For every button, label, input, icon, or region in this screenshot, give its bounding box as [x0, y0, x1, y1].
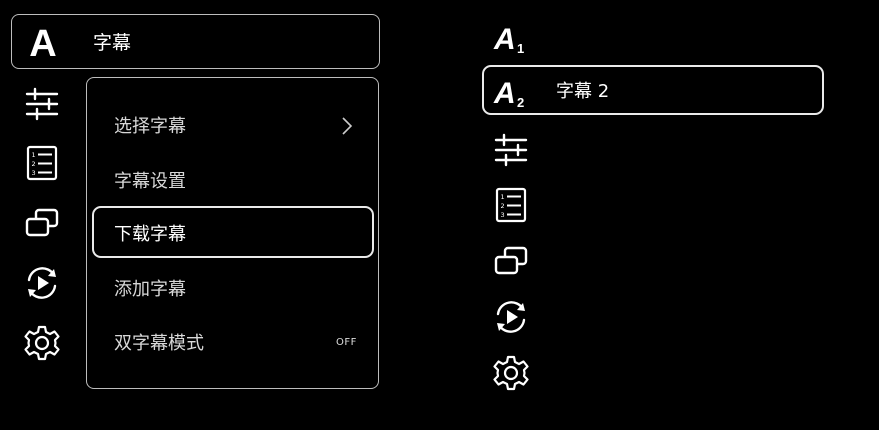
svg-text:A: A: [493, 77, 516, 110]
svg-text:A: A: [29, 23, 56, 61]
picture-in-picture-icon[interactable]: [492, 242, 530, 280]
subtitle-2-label: 字幕 2: [556, 81, 610, 102]
picture-in-picture-icon[interactable]: [23, 204, 61, 242]
menu-item-select-subtitle[interactable]: 选择字幕: [114, 116, 186, 138]
menu-item-download-subtitle[interactable]: 下载字幕: [114, 224, 186, 246]
replay-icon[interactable]: [492, 298, 530, 336]
menu-item-add-subtitle[interactable]: 添加字幕: [114, 279, 186, 301]
numbered-list-icon[interactable]: [492, 186, 530, 224]
sliders-icon[interactable]: [492, 131, 530, 169]
chevron-right-icon: [339, 116, 355, 136]
dual-subtitle-status: OFF: [336, 337, 357, 348]
subtitle-a-icon: A: [24, 23, 62, 61]
subtitle-a2-icon: A 2: [492, 72, 530, 110]
replay-icon[interactable]: [23, 264, 61, 302]
subtitle-2-item[interactable]: [482, 65, 824, 115]
gear-icon[interactable]: [23, 324, 61, 362]
subtitle-a1-icon[interactable]: A 1: [492, 18, 530, 56]
gear-icon[interactable]: [492, 354, 530, 392]
numbered-list-icon[interactable]: [23, 144, 61, 182]
subtitle-header-label: 字幕: [93, 32, 132, 54]
svg-text:2: 2: [517, 95, 524, 110]
subtitle-header-bar[interactable]: [11, 14, 380, 69]
svg-text:A: A: [493, 23, 516, 56]
menu-item-subtitle-settings[interactable]: 字幕设置: [114, 171, 186, 193]
svg-text:1: 1: [517, 41, 524, 56]
sliders-icon[interactable]: [23, 85, 61, 123]
menu-item-dual-subtitle-mode[interactable]: 双字幕模式: [114, 333, 204, 355]
